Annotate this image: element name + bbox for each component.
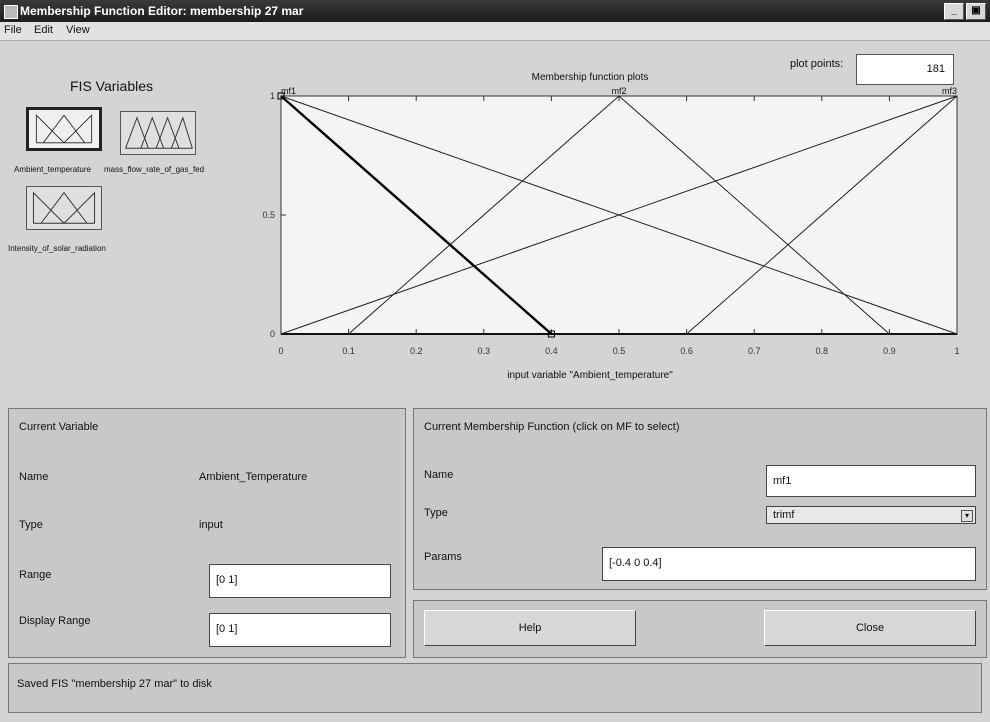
mf-name-label[interactable]: mf1 xyxy=(281,86,296,96)
maximize-button[interactable]: ▣ xyxy=(966,3,986,20)
menu-edit[interactable]: Edit xyxy=(34,24,53,36)
mf-type-label: Type xyxy=(424,507,448,519)
type-label: Type xyxy=(19,519,43,531)
x-tick-label: 0.7 xyxy=(748,346,761,356)
y-tick-label: 1 xyxy=(270,91,275,101)
x-tick-label: 0.4 xyxy=(545,346,558,356)
buttons-panel: Help Close xyxy=(413,600,987,658)
x-tick-label: 0.2 xyxy=(410,346,423,356)
x-tick-label: 0.9 xyxy=(883,346,896,356)
x-tick-label: 0 xyxy=(278,346,283,356)
name-label: Name xyxy=(19,471,49,483)
mf-type-select[interactable]: trimf ▾ xyxy=(766,506,976,524)
display-range-label: Display Range xyxy=(19,615,91,627)
x-tick-label: 0.5 xyxy=(613,346,626,356)
app-icon xyxy=(4,5,18,19)
range-label: Range xyxy=(19,569,52,581)
mf-type-value: trimf xyxy=(773,509,795,521)
variable-label: Ambient_temperature xyxy=(14,165,91,174)
variable-name-value: Ambient_Temperature xyxy=(199,471,308,483)
x-tick-label: 0.1 xyxy=(342,346,355,356)
x-tick-label: 0.8 xyxy=(816,346,829,356)
title-bar: Membership Function Editor: membership 2… xyxy=(0,0,990,22)
window-controls: _ ▣ xyxy=(944,3,986,20)
x-tick-label: 0.3 xyxy=(478,346,491,356)
menu-bar: File Edit View xyxy=(0,22,990,41)
current-variable-panel: Current Variable Name Ambient_Temperatur… xyxy=(8,408,406,658)
y-tick-label: 0.5 xyxy=(262,210,275,220)
close-button[interactable]: Close xyxy=(764,610,976,646)
variable-label: mass_flow_rate_of_gas_fed xyxy=(104,165,205,174)
plot-points-label: plot points: xyxy=(790,58,844,70)
variable-icon-solar-radiation[interactable] xyxy=(26,186,102,230)
menu-file[interactable]: File xyxy=(4,24,22,36)
minimize-button[interactable]: _ xyxy=(944,3,964,20)
fis-variables-title: FIS Variables xyxy=(70,78,153,94)
current-mf-panel: Current Membership Function (click on MF… xyxy=(413,408,987,590)
y-tick-label: 0 xyxy=(270,329,275,339)
range-input[interactable]: [0 1] xyxy=(209,564,391,598)
x-axis-label: input variable "Ambient_temperature" xyxy=(507,370,673,381)
mf-name-label[interactable]: mf2 xyxy=(611,86,626,96)
mf-name-input[interactable]: mf1 xyxy=(766,465,976,497)
variable-label: Intensity_of_solar_radiation xyxy=(8,244,106,253)
params-input[interactable]: [-0.4 0 0.4] xyxy=(602,547,976,581)
status-text: Saved FIS "membership 27 mar" to disk xyxy=(17,678,212,690)
x-tick-label: 0.6 xyxy=(680,346,693,356)
variable-icon-mass-flow[interactable] xyxy=(120,111,196,155)
params-label: Params xyxy=(424,551,462,563)
current-variable-title: Current Variable xyxy=(19,421,99,433)
mf-shape-icon xyxy=(35,114,93,144)
mf-shape-icon xyxy=(32,191,96,224)
mf-name-label: Name xyxy=(424,469,454,481)
variable-type-value: input xyxy=(199,519,223,531)
display-range-input[interactable]: [0 1] xyxy=(209,613,391,647)
membership-function-plot[interactable]: 0 0.1 0.2 0.3 0.4 0.5 0.6 0.7 0.8 0.9 1 0 0.5 1 mf1 mf… xyxy=(235,78,975,368)
mf-shape-icon xyxy=(125,116,193,149)
menu-view[interactable]: View xyxy=(66,24,90,36)
status-bar: Saved FIS "membership 27 mar" to disk xyxy=(8,663,982,713)
x-tick-label: 1 xyxy=(954,346,959,356)
variable-icon-ambient-temperature[interactable] xyxy=(26,107,102,151)
mf-name-label[interactable]: mf3 xyxy=(942,86,957,96)
help-button[interactable]: Help xyxy=(424,610,636,646)
current-mf-title: Current Membership Function (click on MF… xyxy=(424,421,680,433)
window-title: Membership Function Editor: membership 2… xyxy=(20,4,304,18)
dropdown-arrow-icon: ▾ xyxy=(961,510,973,522)
